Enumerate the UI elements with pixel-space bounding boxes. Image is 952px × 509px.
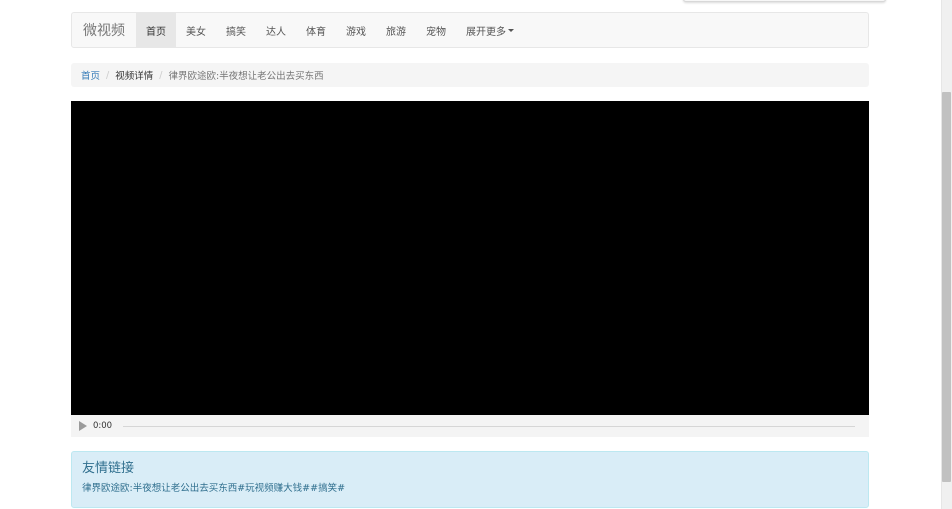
top-navbar: 微视频 首页 美女 搞笑 达人 体育 游戏 旅游 宠物 展开更多 — [71, 12, 869, 48]
friend-links-panel: 友情链接 律界欧途欧:半夜想让老公出去买东西#玩视频赚大钱##搞笑# — [71, 451, 869, 508]
breadcrumb-separator: / — [159, 69, 163, 81]
nav-item-games[interactable]: 游戏 — [336, 13, 376, 47]
scrollbar-thumb[interactable] — [942, 92, 951, 482]
nav-item-pets[interactable]: 宠物 — [416, 13, 456, 47]
breadcrumb-current: 律界欧途欧:半夜想让老公出去买东西 — [168, 71, 324, 82]
video-player[interactable] — [71, 101, 869, 415]
nav-item-beauty[interactable]: 美女 — [176, 13, 216, 47]
breadcrumb-section: 视频详情 — [115, 71, 154, 82]
play-icon[interactable] — [79, 421, 87, 431]
nav-more-label: 展开更多 — [466, 26, 506, 38]
friend-link[interactable]: 律界欧途欧:半夜想让老公出去买东西#玩视频赚大钱##搞笑# — [82, 483, 858, 495]
nav-item-funny[interactable]: 搞笑 — [216, 13, 256, 47]
video-controls: 0:00 — [71, 415, 869, 437]
nav-item-travel[interactable]: 旅游 — [376, 13, 416, 47]
breadcrumb-home[interactable]: 首页 — [81, 68, 100, 82]
scrollbar-track[interactable] — [941, 0, 952, 509]
nav-item-home[interactable]: 首页 — [136, 13, 176, 47]
nav-item-talent[interactable]: 达人 — [256, 13, 296, 47]
brand-logo[interactable]: 微视频 — [72, 13, 136, 47]
breadcrumb: 首页 / 视频详情 / 律界欧途欧:半夜想让老公出去买东西 — [71, 63, 869, 87]
progress-bar[interactable] — [123, 426, 855, 427]
popup-edge — [683, 0, 886, 2]
nav-item-sports[interactable]: 体育 — [296, 13, 336, 47]
panel-title: 友情链接 — [82, 461, 135, 476]
nav-more-dropdown[interactable]: 展开更多 — [456, 13, 524, 47]
current-time: 0:00 — [93, 421, 113, 431]
breadcrumb-separator: / — [106, 69, 110, 81]
caret-down-icon — [508, 28, 514, 32]
